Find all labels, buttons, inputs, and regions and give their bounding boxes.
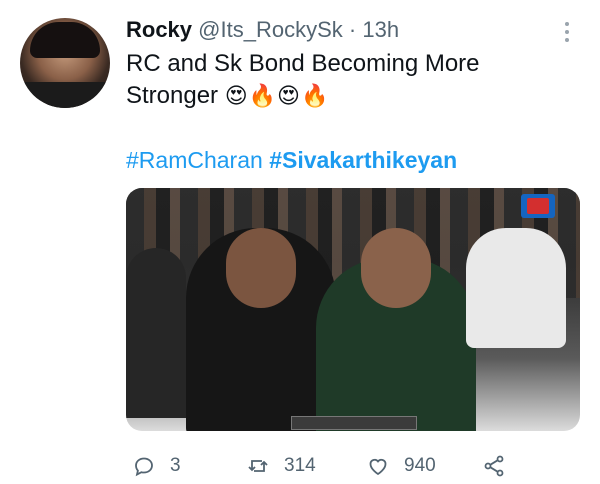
heart-icon	[369, 458, 387, 476]
tweet-header: Rocky @Its_RockySk · 13h	[126, 17, 399, 43]
share-button[interactable]	[482, 452, 506, 480]
hashtags: #RamCharan #Sivakarthikeyan	[126, 147, 457, 174]
hashtag-ramcharan[interactable]: #RamCharan	[126, 147, 263, 173]
media-person	[466, 228, 566, 348]
reply-button[interactable]: 3	[132, 452, 181, 480]
author-handle[interactable]: @Its_RockySk	[198, 17, 343, 42]
share-icon	[484, 455, 504, 477]
more-vertical-icon[interactable]	[560, 20, 574, 46]
hashtag-sivakarthikeyan[interactable]: #Sivakarthikeyan	[269, 147, 457, 173]
reply-icon	[135, 457, 153, 477]
tweet-actions: 3 314 940	[126, 452, 546, 480]
tweet-emojis: 😍🔥😍🔥	[224, 84, 330, 109]
media-person	[126, 248, 186, 418]
media-person	[316, 228, 476, 431]
like-count: 940	[404, 455, 436, 476]
like-button[interactable]: 940	[366, 452, 436, 480]
retweet-button[interactable]: 314	[246, 452, 316, 480]
tweet-time[interactable]: 13h	[362, 17, 399, 42]
avatar[interactable]	[20, 18, 110, 108]
media-event-banner	[291, 416, 417, 430]
retweet-icon	[248, 460, 268, 472]
tweet-text: RC and Sk Bond Becoming More Stronger 😍🔥…	[126, 48, 566, 113]
avatar-hair	[30, 22, 100, 58]
channel-logo	[521, 194, 555, 218]
tweet-media[interactable]	[126, 188, 580, 431]
avatar-shirt	[20, 82, 110, 108]
retweet-count: 314	[284, 455, 316, 476]
separator-dot: ·	[348, 17, 357, 42]
author-name[interactable]: Rocky	[126, 17, 192, 42]
reply-count: 3	[170, 455, 181, 476]
media-person	[186, 228, 336, 431]
tweet[interactable]: Rocky @Its_RockySk · 13h RC and Sk Bond …	[0, 0, 600, 484]
